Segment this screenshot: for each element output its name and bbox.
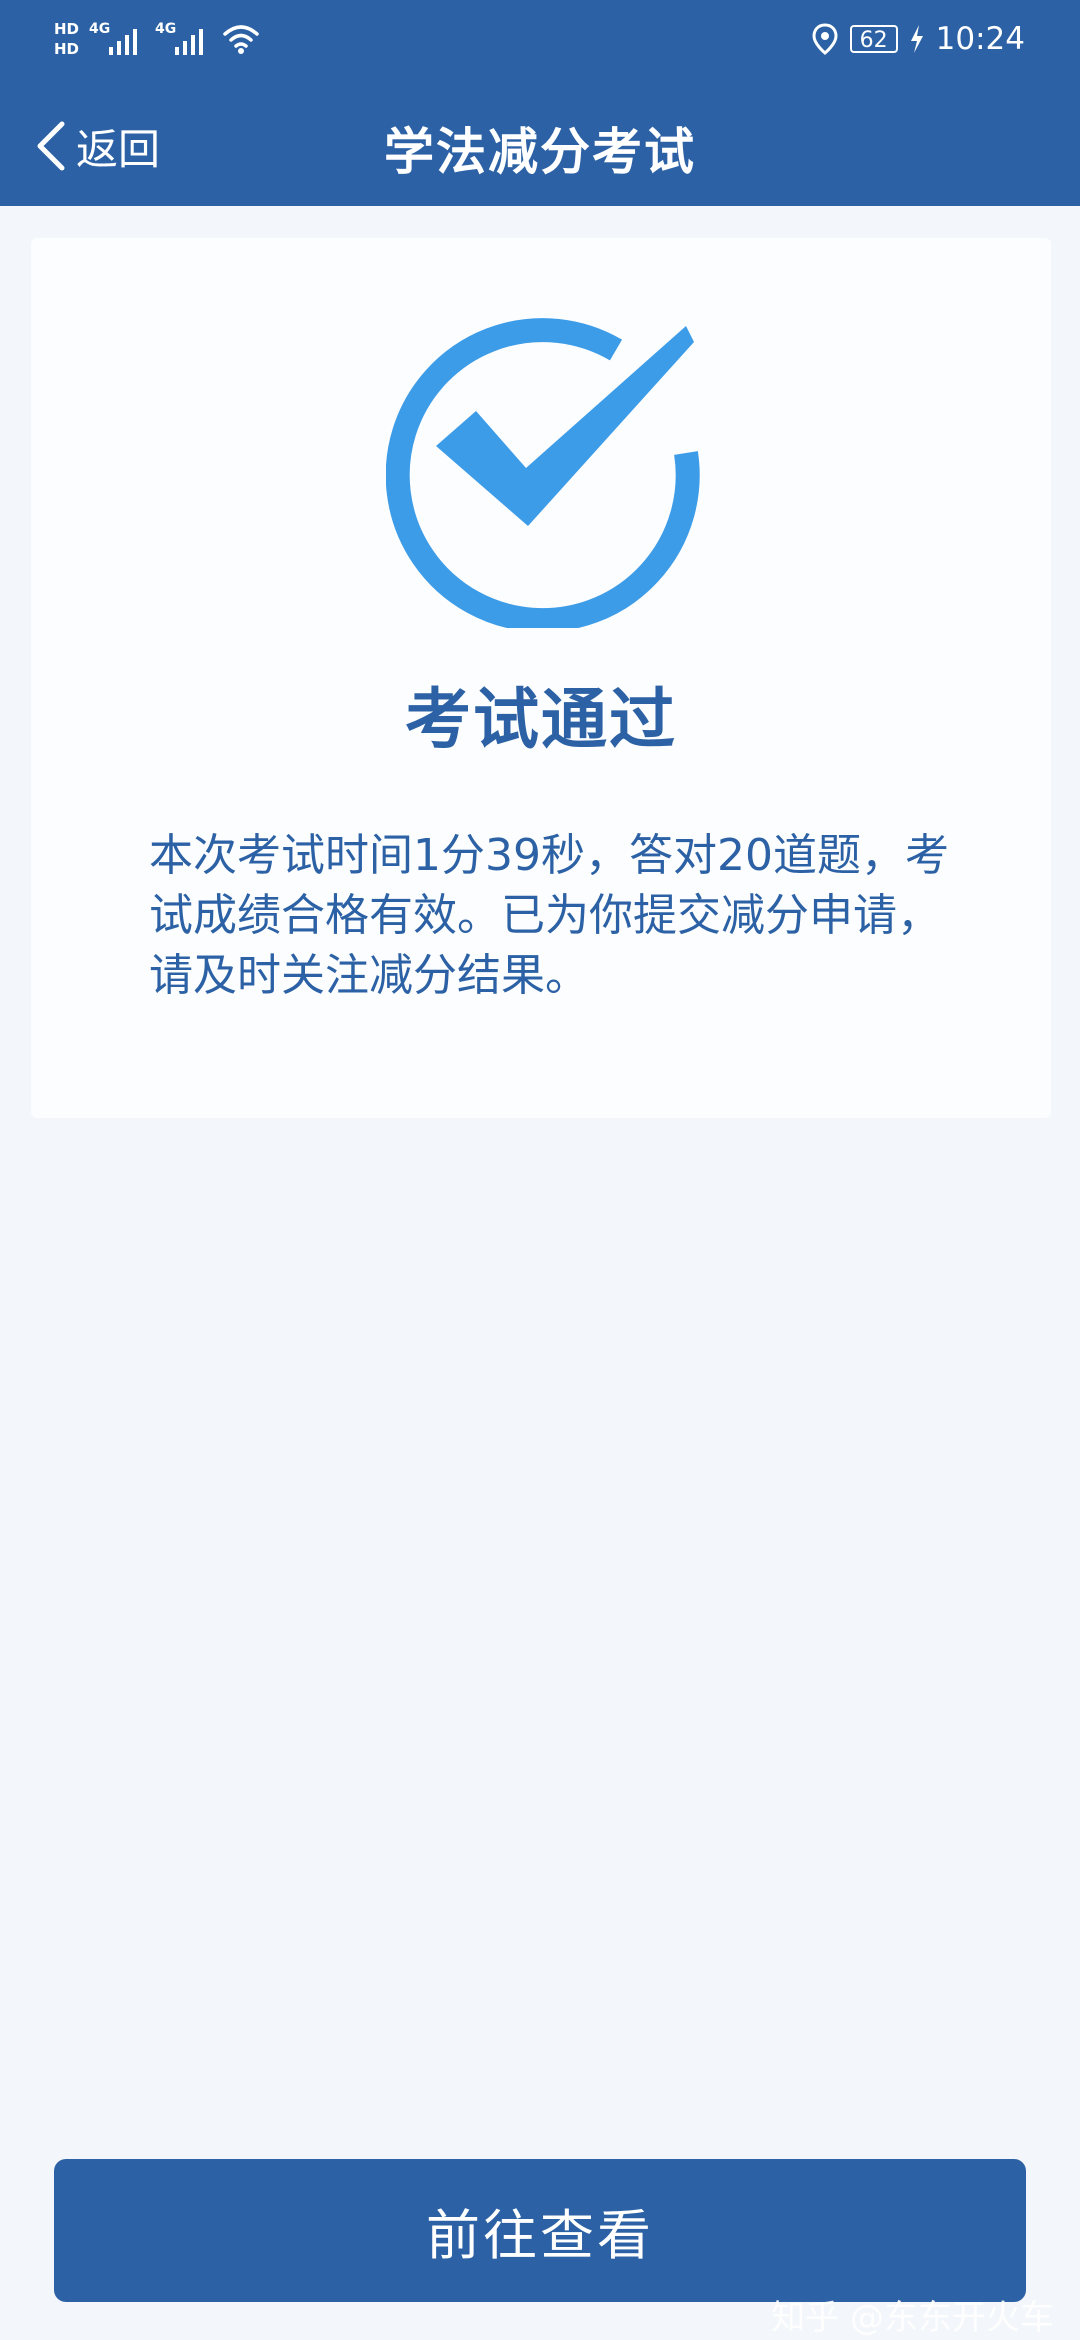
- hd-badge-1: HD: [54, 20, 80, 38]
- view-result-button[interactable]: 前往查看: [54, 2159, 1026, 2302]
- hd-indicators: HD HD: [54, 20, 79, 58]
- location-icon: [812, 23, 838, 55]
- status-left: HD HD 4G 4G: [54, 14, 261, 64]
- hd-badge-2: HD: [54, 40, 80, 58]
- app-header: HD HD 4G 4G 62 10:24 返回 学法减分考试: [0, 0, 1080, 206]
- page-title: 学法减分考试: [384, 123, 696, 181]
- result-card: 考试通过 本次考试时间1分39秒，答对20道题，考试成绩合格有效。已为你提交减分…: [31, 238, 1051, 1118]
- battery-indicator: 62: [849, 25, 898, 53]
- check-circle-icon: [386, 318, 700, 628]
- source-watermark: 知乎 @东东开火车: [771, 2298, 1054, 2338]
- charging-icon: [910, 25, 923, 53]
- signal-icon: [109, 29, 138, 55]
- status-bar: HD HD 4G 4G 62 10:24: [0, 0, 1080, 82]
- signal-icon: [175, 29, 204, 55]
- network-2: 4G: [155, 19, 211, 59]
- title-bar: 返回 学法减分考试: [0, 82, 1080, 206]
- clock: 10:24: [935, 21, 1025, 57]
- status-right: 62 10:24: [812, 14, 1025, 64]
- network-1: 4G: [89, 19, 145, 59]
- wifi-icon: [223, 25, 259, 54]
- result-description: 本次考试时间1分39秒，答对20道题，考试成绩合格有效。已为你提交减分申请，请及…: [149, 830, 949, 1001]
- result-title: 考试通过: [405, 681, 677, 758]
